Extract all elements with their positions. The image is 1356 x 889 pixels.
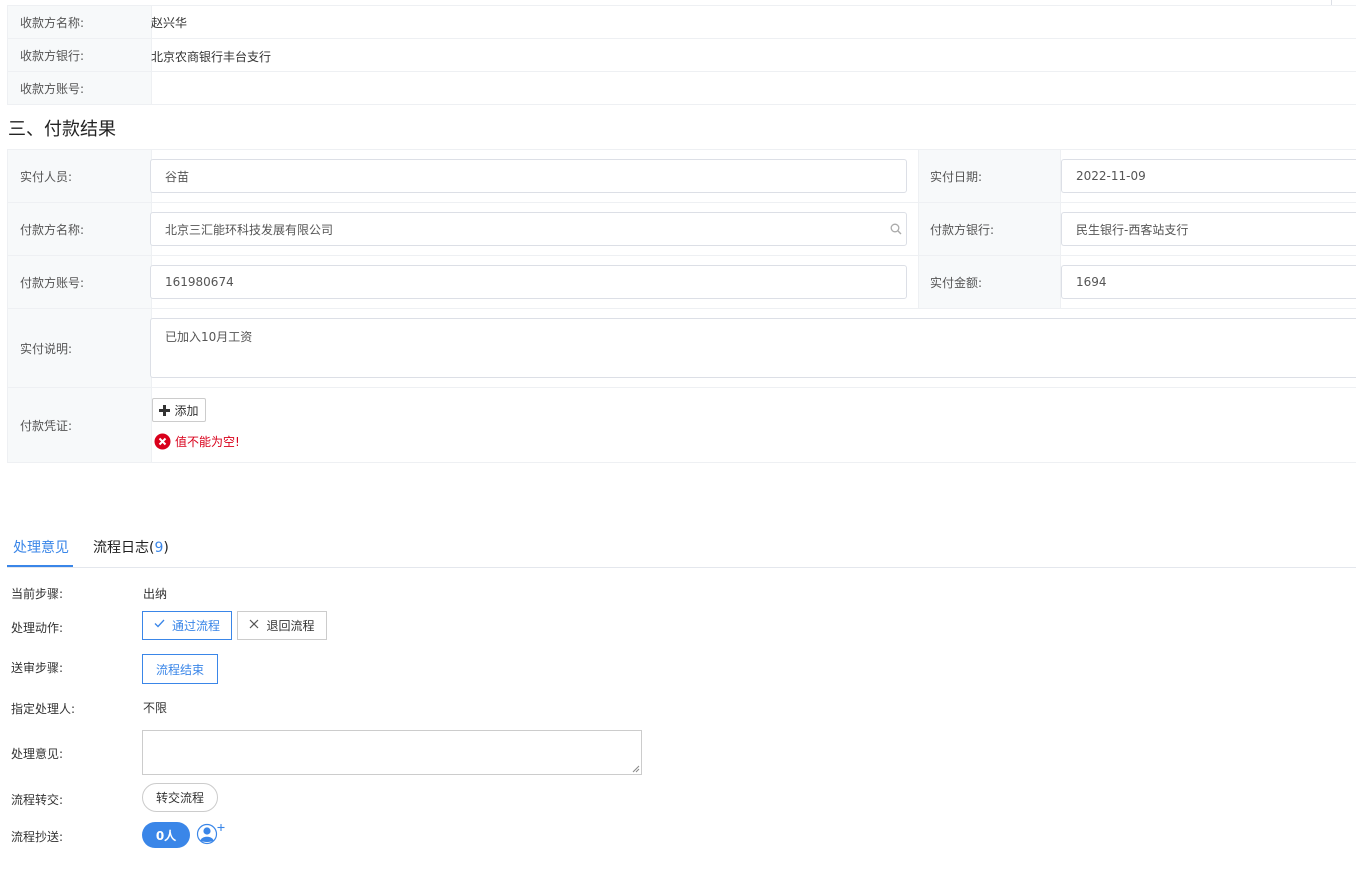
current-step-value: 出纳 xyxy=(143,587,168,601)
payer-bank-input[interactable]: 民生银行-西客站支行 xyxy=(1061,212,1356,246)
tab-log-label: 流程日志( xyxy=(93,540,155,556)
approve-button[interactable]: 通过流程 xyxy=(142,611,232,640)
payee-account-row: 收款方账号: xyxy=(7,72,1356,105)
note-row: 实付说明: 已加入10月工资 xyxy=(7,309,1356,388)
payer-name-input[interactable]: 北京三汇能环科技发展有限公司 xyxy=(150,212,907,246)
amount-input[interactable]: 1694 xyxy=(1061,265,1356,299)
note-label: 实付说明: xyxy=(7,309,152,387)
check-icon xyxy=(154,619,165,628)
payer-bank-label: 付款方银行: xyxy=(918,203,1061,255)
cc-count-badge[interactable]: 0人 xyxy=(142,822,190,848)
payer-name-value: 北京三汇能环科技发展有限公司 xyxy=(165,222,334,237)
payee-name-value: 赵兴华 xyxy=(151,16,188,30)
tab-log-close: ) xyxy=(163,540,169,556)
opinion-label: 处理意见: xyxy=(11,747,64,761)
tab-log[interactable]: 流程日志(9) xyxy=(93,537,169,557)
add-user-icon[interactable] xyxy=(196,822,226,846)
voucher-row: 付款凭证: 添加 值不能为空! xyxy=(7,388,1356,463)
add-voucher-label: 添加 xyxy=(174,403,199,418)
payee-table: 收款方名称: 赵兴华 收款方银行: 北京农商银行丰台支行 收款方账号: xyxy=(7,5,1356,105)
payment-table: 实付人员: 谷苗 实付日期: 2022-11-09 付款方名称: 北京三汇能环科… xyxy=(7,149,1356,463)
payee-name-row: 收款方名称: 赵兴华 xyxy=(7,6,1356,39)
payee-bank-row: 收款方银行: 北京农商银行丰台支行 xyxy=(7,39,1356,72)
end-flow-button[interactable]: 流程结束 xyxy=(142,654,218,684)
payee-bank-label: 收款方银行: xyxy=(7,39,152,71)
note-value: 已加入10月工资 xyxy=(165,330,253,344)
reject-button[interactable]: 退回流程 xyxy=(237,611,327,640)
voucher-error-text: 值不能为空! xyxy=(175,435,240,449)
error-icon xyxy=(154,433,171,450)
payer-person-label: 实付人员: xyxy=(7,150,152,202)
note-textarea[interactable]: 已加入10月工资 xyxy=(150,318,1356,378)
assignee-value: 不限 xyxy=(143,701,168,715)
tab-opinion[interactable]: 处理意见 xyxy=(13,537,69,557)
pay-date-label: 实付日期: xyxy=(918,150,1061,202)
voucher-error: 值不能为空! xyxy=(154,433,240,450)
voucher-label: 付款凭证: xyxy=(7,388,152,462)
transfer-button[interactable]: 转交流程 xyxy=(142,783,218,812)
reject-label: 退回流程 xyxy=(266,619,315,633)
amount-label: 实付金额: xyxy=(918,256,1061,308)
payer-name-row: 付款方名称: 北京三汇能环科技发展有限公司 付款方银行: 民生银行-西客站支行 xyxy=(7,203,1356,256)
payee-account-label: 收款方账号: xyxy=(7,72,152,104)
assignee-label: 指定处理人: xyxy=(11,702,76,716)
payer-account-input[interactable]: 161980674 xyxy=(150,265,907,299)
send-step-label: 送审步骤: xyxy=(11,661,64,675)
cc-label: 流程抄送: xyxy=(11,830,64,844)
payer-person-row: 实付人员: 谷苗 实付日期: 2022-11-09 xyxy=(7,150,1356,203)
section-title-payment-result: 三、付款结果 xyxy=(8,119,116,140)
payer-account-label: 付款方账号: xyxy=(7,256,152,308)
opinion-textarea[interactable] xyxy=(142,730,642,775)
approve-label: 通过流程 xyxy=(171,619,220,633)
pay-date-input[interactable]: 2022-11-09 xyxy=(1061,159,1356,193)
payee-bank-value: 北京农商银行丰台支行 xyxy=(151,50,272,64)
payer-name-label: 付款方名称: xyxy=(7,203,152,255)
action-label: 处理动作: xyxy=(11,621,64,635)
transfer-label: 流程转交: xyxy=(11,793,64,807)
tabs-divider xyxy=(7,567,1356,568)
payer-person-input[interactable]: 谷苗 xyxy=(150,159,907,193)
plus-icon xyxy=(159,404,171,416)
search-icon[interactable] xyxy=(890,223,902,235)
close-icon xyxy=(250,619,259,629)
payee-name-label: 收款方名称: xyxy=(7,6,152,38)
current-step-label: 当前步骤: xyxy=(11,587,64,601)
payer-account-row: 付款方账号: 161980674 实付金额: 1694 xyxy=(7,256,1356,309)
resize-handle-icon[interactable] xyxy=(632,765,640,773)
add-voucher-button[interactable]: 添加 xyxy=(152,398,206,422)
